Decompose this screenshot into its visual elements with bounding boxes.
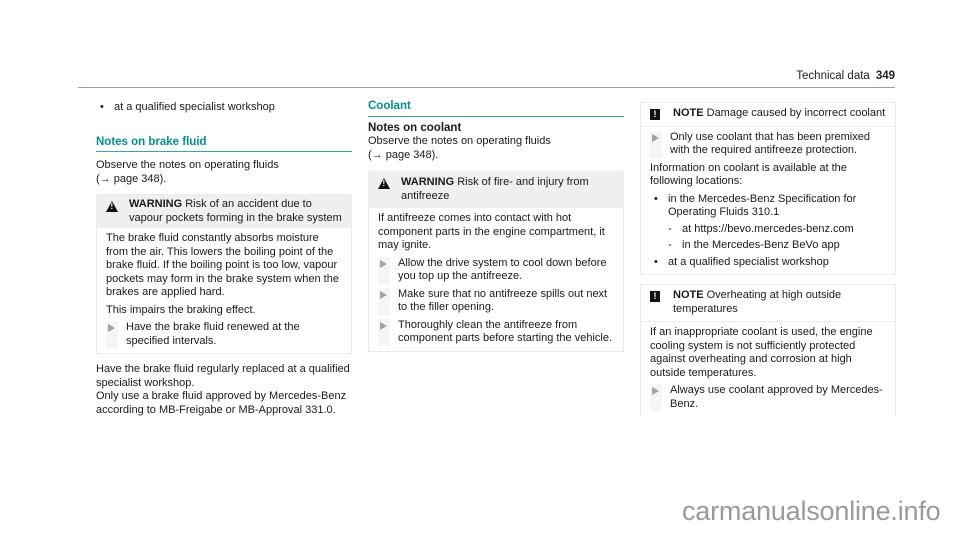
note-box: ! NOTE Damage caused by incorrect coolan…: [640, 102, 896, 275]
page-link[interactable]: (→ page 348).: [96, 173, 166, 185]
dash-icon: -: [668, 222, 672, 235]
instruction-step: Have the brake fluid renewed at the spec…: [106, 321, 342, 348]
section-heading: Coolant: [368, 100, 624, 117]
bevo-link[interactable]: at https://bevo.mercedes-benz.com: [682, 223, 854, 235]
list-item: • at a qualified specialist workshop: [96, 101, 352, 115]
list-item: • in the Mercedes-Benz Specification for …: [654, 192, 857, 219]
instruction-step: Make sure that no antifreeze spills out …: [378, 287, 614, 315]
bullet-icon: •: [654, 192, 658, 205]
page-link[interactable]: (→ page 348).: [368, 149, 438, 161]
watermark: carmanualsonline.info: [682, 496, 941, 526]
subheading: Notes on coolant: [368, 121, 462, 134]
note-header: ! NOTE Overheating at high outside tempe…: [641, 285, 895, 322]
warning-header: WARNING Risk of fire- and injury from an…: [369, 172, 623, 208]
list-item: • at a qualified specialist workshop: [654, 255, 829, 268]
observe-text: Observe the notes on operating fluids (→ …: [96, 159, 279, 185]
arrow-icon: [650, 384, 662, 411]
arrow-icon: [378, 287, 390, 315]
note-icon: !: [650, 291, 660, 302]
observe-text: Observe the notes on operating fluids (→ …: [368, 135, 551, 161]
arrow-icon: [378, 256, 390, 284]
column-brake-fluid: • at a qualified specialist workshop Not…: [96, 101, 352, 417]
warning-box: WARNING Risk of fire- and injury from an…: [368, 171, 624, 352]
arrow-icon: [378, 318, 390, 346]
dash-icon: -: [668, 239, 672, 251]
note-header: ! NOTE Damage caused by incorrect coolan…: [641, 103, 895, 127]
note-icon: !: [650, 109, 660, 120]
note-body: Only use coolant that has been premixed …: [641, 127, 895, 275]
paragraph: Only use a brake fluid approved by Merce…: [96, 390, 347, 416]
sub-list-item: - at https://bevo.mercedes-benz.com: [650, 223, 886, 237]
note-box: ! NOTE Overheating at high outside tempe…: [640, 284, 896, 416]
warning-icon: [378, 178, 390, 189]
note-title: Damage caused by incorrect coolant: [706, 107, 886, 119]
warning-body: If antifreeze comes into contact with ho…: [369, 208, 623, 351]
section-heading: Notes on brake fluid: [96, 136, 352, 152]
note-keyword: NOTE: [673, 107, 704, 119]
warning-box: WARNING Risk of an accident due to vapou…: [96, 194, 352, 354]
warning-text: If antifreeze comes into contact with ho…: [378, 212, 605, 251]
instruction-step: Only use coolant that has been premixed …: [650, 130, 886, 158]
bullet-icon: •: [100, 101, 104, 113]
instruction-step: Thoroughly clean the antifreeze from com…: [378, 318, 614, 346]
instruction-step: Allow the drive system to cool down befo…: [378, 256, 614, 284]
note-keyword: NOTE: [673, 289, 704, 301]
note-text: If an inappropriate coolant is used, the…: [650, 326, 873, 379]
paragraph: Have the brake fluid regularly replaced …: [96, 363, 350, 389]
column-notes: ! NOTE Damage caused by incorrect coolan…: [640, 102, 896, 416]
instruction-step: Always use coolant approved by Mercedes-…: [650, 384, 886, 411]
warning-keyword: WARNING: [129, 198, 183, 210]
arrow-icon: [650, 130, 662, 158]
note-body: If an inappropriate coolant is used, the…: [641, 322, 895, 416]
warning-body: The brake fluid constantly absorbs moist…: [97, 228, 351, 353]
warning-header: WARNING Risk of an accident due to vapou…: [97, 195, 351, 228]
warning-text: The brake fluid constantly absorbs moist…: [106, 232, 339, 298]
bullet-icon: •: [654, 255, 658, 268]
warning-text: This impairs the braking effect.: [106, 303, 256, 316]
page-number: 349: [875, 70, 895, 82]
section-title: Technical data: [796, 70, 870, 82]
note-text: Information on coolant is available at t…: [650, 161, 847, 188]
sub-list-item: - in the Mercedes-Benz BeVo app: [668, 239, 840, 251]
page-header: Technical data 349: [796, 70, 895, 84]
warning-keyword: WARNING: [401, 176, 455, 188]
column-coolant: Coolant Notes on coolant Observe the not…: [368, 100, 624, 352]
warning-icon: [106, 201, 118, 212]
header-rule: [78, 87, 895, 88]
location-list: • in the Mercedes-Benz Specification for …: [650, 193, 886, 270]
list-item-text: at a qualified specialist workshop: [114, 101, 275, 113]
arrow-icon: [106, 321, 118, 348]
